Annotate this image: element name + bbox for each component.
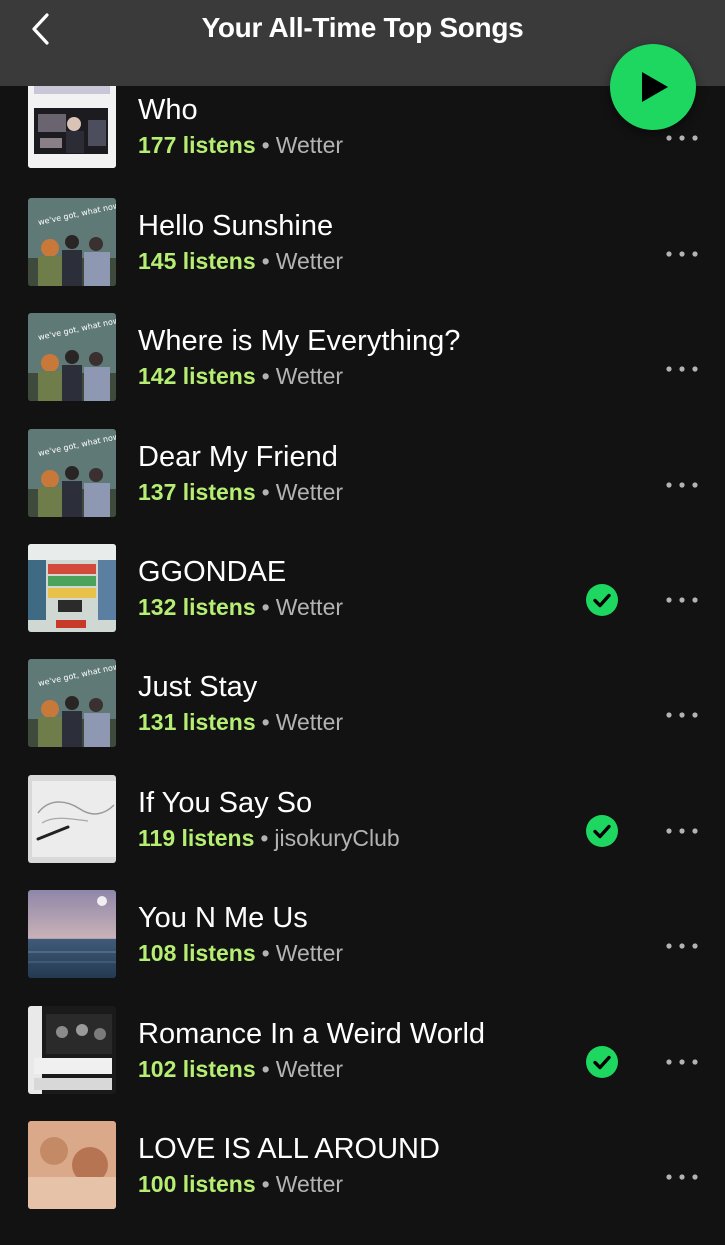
album-art: we've got, what now! <box>28 198 116 286</box>
downloaded-check-icon <box>586 815 618 847</box>
more-options-button[interactable] <box>660 580 704 620</box>
album-art <box>28 1006 116 1094</box>
play-button[interactable] <box>610 44 696 130</box>
song-title: You N Me Us <box>138 902 308 934</box>
play-icon <box>642 72 668 102</box>
song-meta: 132 listens • Wetter <box>138 594 343 621</box>
listen-count: 132 listens <box>138 594 256 620</box>
separator-dot: • <box>261 940 270 966</box>
more-options-button[interactable] <box>660 465 704 505</box>
artist-name: Wetter <box>275 594 344 620</box>
listen-count: 145 listens <box>138 248 256 274</box>
artist-name: Wetter <box>275 1056 344 1082</box>
artist-name: Wetter <box>275 709 344 735</box>
listen-count: 137 listens <box>138 479 256 505</box>
separator-dot: • <box>261 594 270 620</box>
artist-name: Wetter <box>275 1171 344 1197</box>
more-options-icon <box>666 482 698 488</box>
album-art <box>28 544 116 632</box>
more-options-icon <box>666 251 698 257</box>
more-options-button[interactable] <box>660 811 704 851</box>
separator-dot: • <box>261 479 270 505</box>
song-meta: 108 listens • Wetter <box>138 940 343 967</box>
song-title: Romance In a Weird World <box>138 1018 486 1050</box>
more-options-button[interactable] <box>660 1157 704 1197</box>
song-meta: 119 listens • jisokuryClub <box>138 825 400 852</box>
downloaded-check-icon <box>586 584 618 616</box>
song-title: Who <box>138 94 198 126</box>
song-meta: 142 listens • Wetter <box>138 363 343 390</box>
more-options-icon <box>666 943 698 949</box>
album-art <box>28 775 116 863</box>
song-row[interactable]: we've got, what now! Where is My Everyth… <box>0 313 725 437</box>
album-art: we've got, what now! <box>28 313 116 401</box>
artist-name: Wetter <box>275 363 344 389</box>
listen-count: 131 listens <box>138 709 256 735</box>
listen-count: 142 listens <box>138 363 256 389</box>
downloaded-check-icon <box>586 1046 618 1078</box>
more-options-button[interactable] <box>660 695 704 735</box>
more-options-icon <box>666 366 698 372</box>
song-row[interactable]: we've got, what now! Dear My Friend 137 … <box>0 429 725 553</box>
song-title: Dear My Friend <box>138 441 338 473</box>
album-art <box>28 80 116 168</box>
separator-dot: • <box>261 363 270 389</box>
page-title: Your All-Time Top Songs <box>201 12 524 43</box>
song-row[interactable]: You N Me Us 108 listens • Wetter <box>0 890 725 1014</box>
song-title: Just Stay <box>138 671 258 703</box>
artist-name: jisokuryClub <box>274 825 400 851</box>
more-options-icon <box>666 712 698 718</box>
song-title: GGONDAE <box>138 556 287 588</box>
song-meta: 177 listens • Wetter <box>138 132 343 159</box>
album-art: we've got, what now! <box>28 659 116 747</box>
more-options-icon <box>666 828 698 834</box>
song-title: If You Say So <box>138 787 313 819</box>
more-options-button[interactable] <box>660 926 704 966</box>
song-meta: 100 listens • Wetter <box>138 1171 343 1198</box>
song-title: LOVE IS ALL AROUND <box>138 1133 440 1165</box>
separator-dot: • <box>261 1171 270 1197</box>
separator-dot: • <box>260 825 269 851</box>
separator-dot: • <box>261 709 270 735</box>
song-row[interactable]: If You Say So 119 listens • jisokuryClub <box>0 775 725 899</box>
separator-dot: • <box>261 1056 270 1082</box>
album-art: we've got, what now! <box>28 429 116 517</box>
listen-count: 119 listens <box>138 825 255 851</box>
song-meta: 102 listens • Wetter <box>138 1056 343 1083</box>
song-meta: 137 listens • Wetter <box>138 479 343 506</box>
listen-count: 100 listens <box>138 1171 256 1197</box>
song-title: Where is My Everything? <box>138 325 461 357</box>
separator-dot: • <box>261 132 270 158</box>
more-options-icon <box>666 1059 698 1065</box>
song-row[interactable]: we've got, what now! Just Stay 131 liste… <box>0 659 725 783</box>
artist-name: Wetter <box>275 132 344 158</box>
more-options-icon <box>666 597 698 603</box>
listen-count: 102 listens <box>138 1056 256 1082</box>
song-meta: 131 listens • Wetter <box>138 709 343 736</box>
more-options-button[interactable] <box>660 1042 704 1082</box>
album-art <box>28 1121 116 1209</box>
more-options-button[interactable] <box>660 349 704 389</box>
listen-count: 108 listens <box>138 940 256 966</box>
album-art <box>28 890 116 978</box>
artist-name: Wetter <box>275 248 344 274</box>
song-row[interactable]: GGONDAE 132 listens • Wetter <box>0 544 725 668</box>
more-options-button[interactable] <box>660 234 704 274</box>
song-row[interactable]: we've got, what now! Hello Sunshine 145 … <box>0 198 725 322</box>
separator-dot: • <box>261 248 270 274</box>
song-title: Hello Sunshine <box>138 210 334 242</box>
listen-count: 177 listens <box>138 132 256 158</box>
artist-name: Wetter <box>275 479 344 505</box>
song-meta: 145 listens • Wetter <box>138 248 343 275</box>
more-options-icon <box>666 1174 698 1180</box>
song-row[interactable]: Romance In a Weird World 102 listens • Wet… <box>0 1006 725 1130</box>
song-row[interactable]: LOVE IS ALL AROUND 100 listens • Wetter <box>0 1121 725 1245</box>
artist-name: Wetter <box>275 940 344 966</box>
